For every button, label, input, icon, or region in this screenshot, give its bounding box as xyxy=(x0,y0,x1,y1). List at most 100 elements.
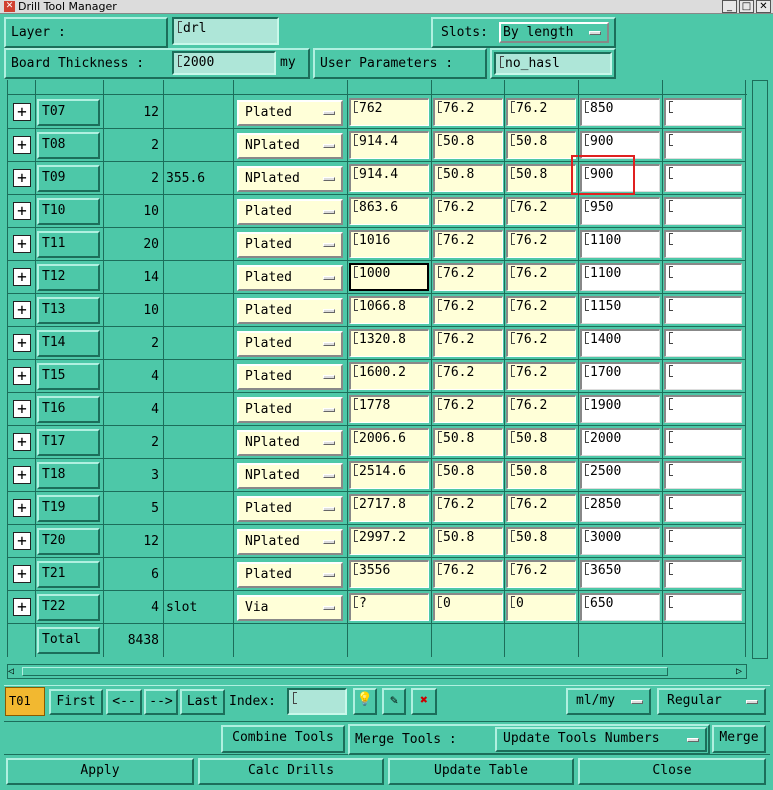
tool-button[interactable]: T12 xyxy=(37,264,100,291)
max-tolerance-field[interactable]: 76.2 xyxy=(506,263,576,291)
min-tolerance-field[interactable]: 50.8 xyxy=(433,527,503,555)
user-field[interactable] xyxy=(664,131,742,159)
type-dropdown[interactable]: Plated xyxy=(237,265,343,291)
scroll-thumb[interactable] xyxy=(22,667,668,676)
expand-icon[interactable]: + xyxy=(13,433,31,451)
user-field[interactable] xyxy=(664,98,742,126)
type-dropdown[interactable]: Plated xyxy=(237,364,343,390)
max-tolerance-field[interactable]: 76.2 xyxy=(506,230,576,258)
user-field[interactable] xyxy=(664,593,742,621)
expand-icon[interactable]: + xyxy=(13,169,31,187)
tool-button[interactable]: T14 xyxy=(37,330,100,357)
tool-button[interactable]: T15 xyxy=(37,363,100,390)
min-tolerance-field[interactable]: 76.2 xyxy=(433,230,503,258)
max-tolerance-field[interactable]: 50.8 xyxy=(506,428,576,456)
tool-button[interactable]: T16 xyxy=(37,396,100,423)
drill-size-field[interactable]: 650 xyxy=(580,593,660,621)
finish-size-field[interactable]: 914.4 xyxy=(349,131,429,159)
expand-icon[interactable]: + xyxy=(13,400,31,418)
type-dropdown[interactable]: Plated xyxy=(237,397,343,423)
type-dropdown[interactable]: Plated xyxy=(237,331,343,357)
drill-size-field[interactable]: 1150 xyxy=(580,296,660,324)
expand-icon[interactable]: + xyxy=(13,466,31,484)
slots-dropdown[interactable]: By length xyxy=(499,22,609,43)
drill-size-field[interactable]: 2850 xyxy=(580,494,660,522)
finish-size-field[interactable]: 1016 xyxy=(349,230,429,258)
tool-button[interactable]: T17 xyxy=(37,429,100,456)
min-tolerance-field[interactable]: 76.2 xyxy=(433,329,503,357)
max-tolerance-field[interactable]: 76.2 xyxy=(506,329,576,357)
user-field[interactable] xyxy=(664,527,742,555)
mode-dropdown[interactable]: Regular xyxy=(657,688,766,715)
finish-size-field[interactable]: 1066.8 xyxy=(349,296,429,324)
finish-size-field[interactable]: 2514.6 xyxy=(349,461,429,489)
max-tolerance-field[interactable]: 50.8 xyxy=(506,461,576,489)
tool-button[interactable]: T09 xyxy=(37,165,100,192)
scroll-right-icon[interactable]: ▷ xyxy=(736,666,746,677)
expand-icon[interactable]: + xyxy=(13,565,31,583)
min-tolerance-field[interactable]: 76.2 xyxy=(433,362,503,390)
user-params-field[interactable]: no_hasl xyxy=(494,52,612,75)
close-window-button[interactable]: ✕ xyxy=(756,0,771,13)
max-tolerance-field[interactable]: 76.2 xyxy=(506,296,576,324)
max-tolerance-field[interactable]: 76.2 xyxy=(506,197,576,225)
drill-size-field[interactable]: 850 xyxy=(580,98,660,126)
drill-size-field[interactable]: 2000 xyxy=(580,428,660,456)
tool-button[interactable]: T21 xyxy=(37,561,100,588)
bulb-icon[interactable]: 💡 xyxy=(353,688,377,715)
expand-icon[interactable]: + xyxy=(13,334,31,352)
user-field[interactable] xyxy=(664,230,742,258)
type-dropdown[interactable]: Plated xyxy=(237,100,343,126)
first-button[interactable]: First xyxy=(49,689,103,715)
user-field[interactable] xyxy=(664,428,742,456)
drill-size-field[interactable]: 1100 xyxy=(580,230,660,258)
min-tolerance-field[interactable]: 50.8 xyxy=(433,461,503,489)
type-dropdown[interactable]: Plated xyxy=(237,496,343,522)
expand-icon[interactable]: + xyxy=(13,268,31,286)
finish-size-field[interactable]: 914.4 xyxy=(349,164,429,192)
last-button[interactable]: Last xyxy=(180,689,225,715)
drill-size-field[interactable]: 1400 xyxy=(580,329,660,357)
finish-size-field[interactable]: 2997.2 xyxy=(349,527,429,555)
type-dropdown[interactable]: NPlated xyxy=(237,166,343,192)
max-tolerance-field[interactable]: 50.8 xyxy=(506,131,576,159)
tool-button[interactable]: T07 xyxy=(37,99,100,126)
type-dropdown[interactable]: NPlated xyxy=(237,430,343,456)
tool-button[interactable]: T13 xyxy=(37,297,100,324)
tool-button[interactable]: T11 xyxy=(37,231,100,258)
drill-size-field[interactable]: 1900 xyxy=(580,395,660,423)
min-tolerance-field[interactable]: 76.2 xyxy=(433,197,503,225)
tool-button[interactable]: T20 xyxy=(37,528,100,555)
min-tolerance-field[interactable]: 0 xyxy=(433,593,503,621)
min-tolerance-field[interactable]: 76.2 xyxy=(433,494,503,522)
user-field[interactable] xyxy=(664,560,742,588)
update-table-button[interactable]: Update Table xyxy=(388,758,574,785)
type-dropdown[interactable]: Plated xyxy=(237,232,343,258)
user-field[interactable] xyxy=(664,164,742,192)
max-tolerance-field[interactable]: 76.2 xyxy=(506,395,576,423)
min-tolerance-field[interactable]: 50.8 xyxy=(433,164,503,192)
finish-size-field[interactable]: 1320.8 xyxy=(349,329,429,357)
apply-button[interactable]: Apply xyxy=(6,758,194,785)
scroll-left-icon[interactable]: ◁ xyxy=(8,666,18,677)
expand-icon[interactable]: + xyxy=(13,499,31,517)
finish-size-field[interactable]: 1778 xyxy=(349,395,429,423)
drill-size-field[interactable]: 3000 xyxy=(580,527,660,555)
tool-button[interactable]: T22 xyxy=(37,594,100,621)
finish-size-field[interactable]: 3556 xyxy=(349,560,429,588)
finish-size-field[interactable]: 863.6 xyxy=(349,197,429,225)
max-tolerance-field[interactable]: 76.2 xyxy=(506,98,576,126)
type-dropdown[interactable]: NPlated xyxy=(237,529,343,555)
max-tolerance-field[interactable]: 0 xyxy=(506,593,576,621)
expand-icon[interactable]: + xyxy=(13,367,31,385)
expand-icon[interactable]: + xyxy=(13,301,31,319)
finish-size-field[interactable]: 2006.6 xyxy=(349,428,429,456)
user-field[interactable] xyxy=(664,395,742,423)
expand-icon[interactable]: + xyxy=(13,103,31,121)
min-tolerance-field[interactable]: 76.2 xyxy=(433,560,503,588)
delete-icon[interactable]: ✖ xyxy=(411,688,437,715)
type-dropdown[interactable]: Plated xyxy=(237,199,343,225)
tool-button[interactable]: T10 xyxy=(37,198,100,225)
drill-size-field[interactable]: 1700 xyxy=(580,362,660,390)
units-dropdown[interactable]: ml/my xyxy=(566,688,651,715)
